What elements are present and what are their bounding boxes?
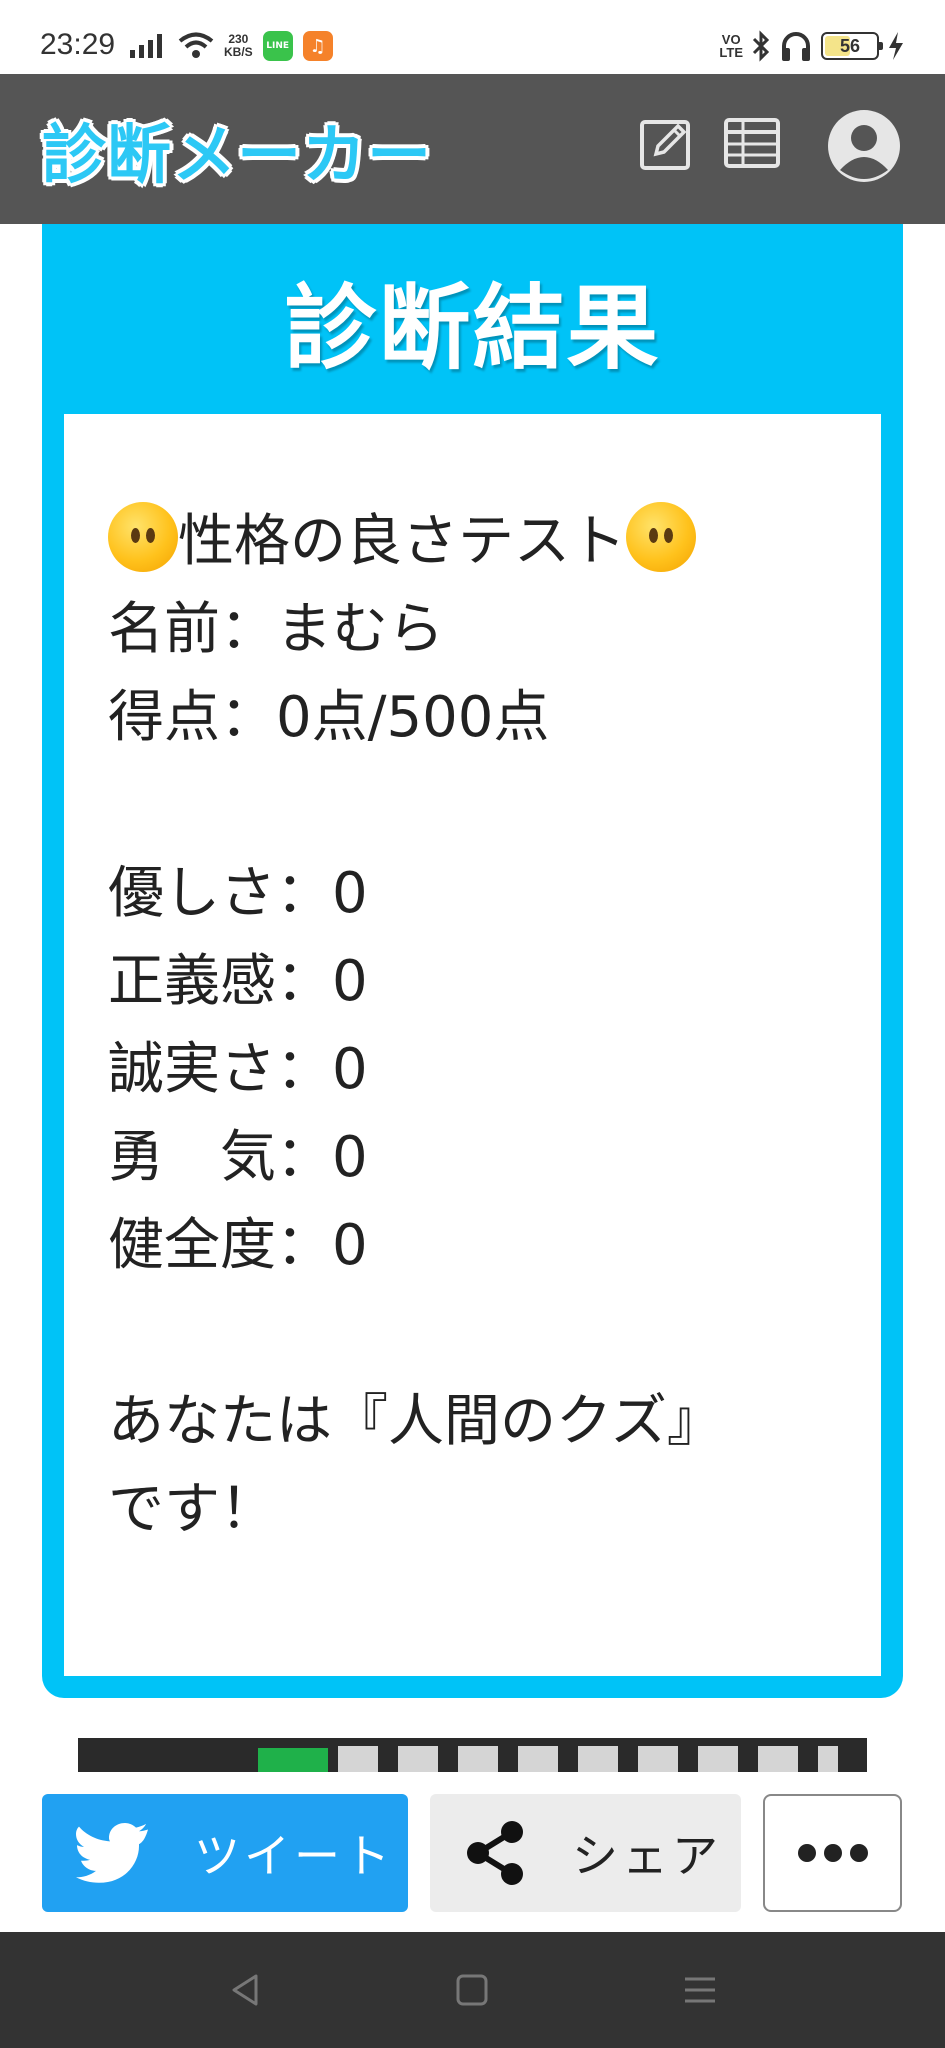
volte-bottom: LTE: [719, 45, 743, 60]
app-header: 診断メーカー: [0, 74, 945, 224]
status-bar: 23:29 230 KB/S LINE ♫ VO LTE 56: [0, 0, 945, 74]
share-button[interactable]: シェア: [430, 1794, 741, 1912]
result-card: 診断結果 性格の良さテスト 名前：まむら 得点：0点/500点 優しさ：0 正義…: [42, 224, 903, 1698]
logo[interactable]: 診断メーカー: [42, 104, 432, 196]
system-nav-bar: [0, 1932, 945, 2048]
ad-banner-graphic: [338, 1746, 838, 1772]
twitter-bird-icon: [76, 1823, 148, 1883]
home-icon[interactable]: [452, 1970, 492, 2010]
more-dots-icon[interactable]: [763, 1794, 902, 1912]
status-left-icons: 230 KB/S LINE ♫: [128, 28, 333, 64]
share-icon: [467, 1821, 523, 1885]
share-label: シェア: [572, 1829, 722, 1883]
back-icon[interactable]: [226, 1970, 266, 2010]
share-bar: ツイート シェア: [0, 1772, 945, 1932]
result-line-test-name: 性格の良さテスト: [108, 498, 851, 586]
result-line-name: 名前：まむら: [108, 597, 444, 662]
result-line-text: 性格の良さテスト: [178, 509, 626, 574]
dot: [823, 1844, 842, 1862]
expressionless-face-icon: [626, 502, 696, 572]
result-line-courage: 勇 気：0: [108, 1125, 368, 1190]
dot: [849, 1844, 868, 1862]
ad-banner[interactable]: [78, 1738, 867, 1772]
line-app-icon: LINE: [262, 31, 293, 61]
result-body: 性格の良さテスト 名前：まむら 得点：0点/500点 優しさ：0 正義感：0 誠…: [64, 414, 881, 1676]
result-title: 診断結果: [284, 275, 661, 382]
wifi-icon: [178, 32, 214, 58]
table-icon[interactable]: [723, 114, 781, 172]
signal-icon: [130, 34, 162, 58]
result-line-justice: 正義感：0: [108, 949, 368, 1014]
charging-icon: [889, 32, 903, 60]
music-app-icon: ♫: [302, 31, 333, 61]
result-line-kindness: 優しさ：0: [108, 861, 368, 926]
network-speed-unit: KB/S: [224, 45, 253, 59]
battery-level: 56: [839, 35, 861, 56]
user-avatar-icon[interactable]: [826, 108, 902, 184]
result-line-verdict-end: です！: [108, 1477, 276, 1542]
network-speed: 230 KB/S: [224, 33, 253, 59]
result-text[interactable]: 性格の良さテスト 名前：まむら 得点：0点/500点 優しさ：0 正義感：0 誠…: [108, 498, 851, 1554]
result-line-sincerity: 誠実さ：0: [108, 1037, 368, 1102]
result-line-soundness: 健全度：0: [108, 1213, 368, 1278]
headphones-icon: [782, 32, 810, 61]
dot: [797, 1844, 816, 1862]
status-time: 23:29: [40, 28, 116, 61]
result-line-blank: [108, 1290, 851, 1378]
bluetooth-icon: [752, 30, 770, 62]
result-line-blank: [108, 762, 851, 850]
result-line-verdict: あなたは『人間のクズ』: [108, 1389, 723, 1454]
menu-icon[interactable]: [680, 1970, 720, 2010]
edit-icon[interactable]: [638, 114, 696, 172]
volte-indicator: VO LTE: [719, 33, 743, 59]
expressionless-face-icon: [108, 502, 178, 572]
tweet-button[interactable]: ツイート: [42, 1794, 408, 1912]
status-right-icons: VO LTE 56: [719, 26, 905, 66]
ad-banner-graphic: [258, 1748, 328, 1772]
tweet-label: ツイート: [194, 1829, 394, 1883]
battery-icon: 56: [821, 32, 883, 60]
result-line-score: 得点：0点/500点: [108, 685, 550, 750]
